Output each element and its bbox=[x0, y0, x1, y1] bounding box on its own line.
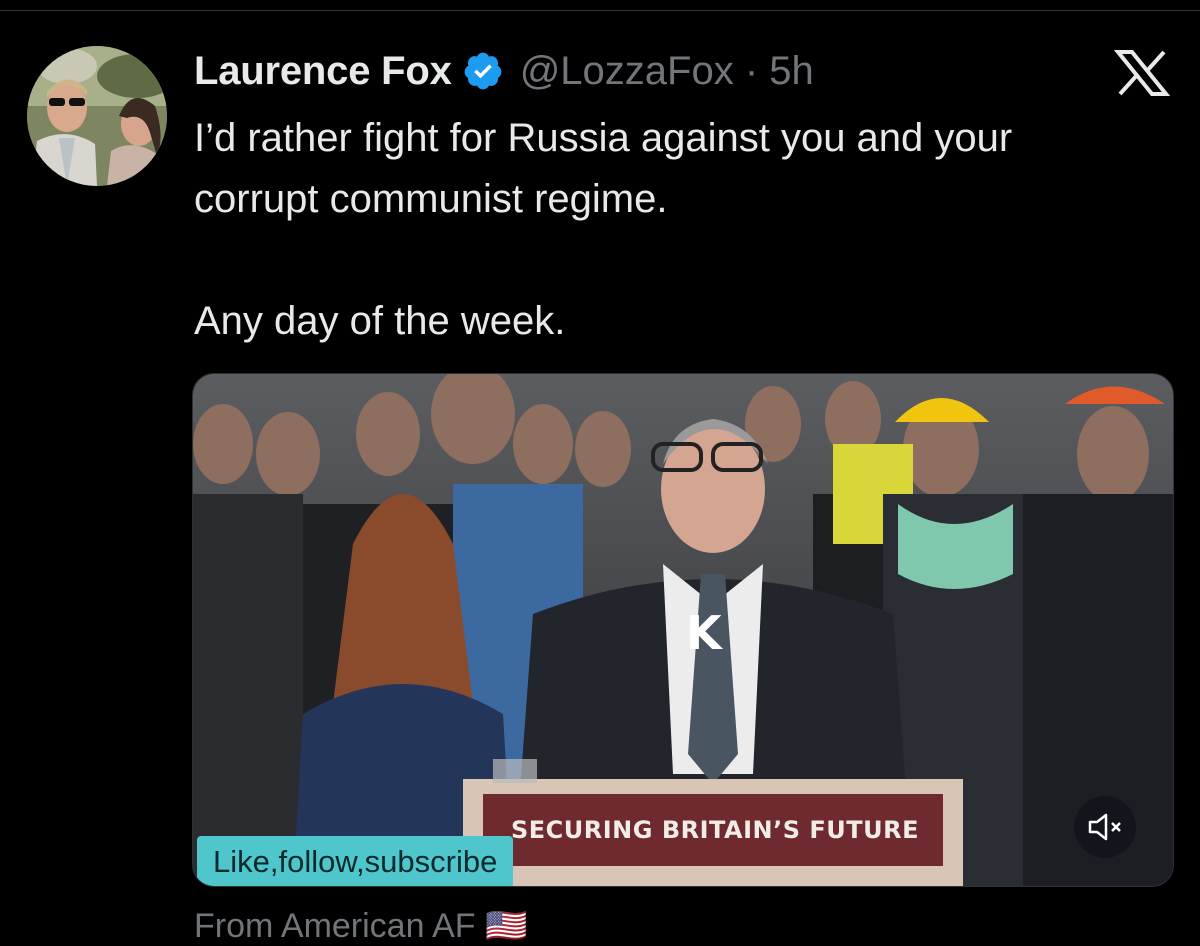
timestamp[interactable]: 5h bbox=[769, 49, 814, 93]
video-caption: Like,follow,subscribe bbox=[197, 836, 514, 886]
tweet-text-line: corrupt communist regime. bbox=[194, 177, 668, 221]
tweet-text-line: I’d rather fight for Russia against you … bbox=[194, 116, 1013, 160]
video-frame: K bbox=[193, 374, 1173, 886]
source-attribution[interactable]: From American AF 🇺🇸 bbox=[194, 906, 527, 946]
volume-mute-icon[interactable] bbox=[1074, 796, 1136, 858]
handle[interactable]: @LozzaFox bbox=[520, 49, 734, 93]
x-logo-icon[interactable] bbox=[1113, 50, 1171, 96]
lectern-sign: SECURING BRITAIN’S FUTURE bbox=[510, 816, 919, 844]
speaker-badge: K bbox=[686, 606, 724, 660]
tweet-text: I’d rather fight for Russia against you … bbox=[194, 108, 1184, 352]
avatar[interactable] bbox=[27, 46, 167, 186]
separator: · bbox=[744, 48, 759, 93]
tweet-text-line: Any day of the week. bbox=[194, 299, 566, 343]
handle-and-time[interactable]: @LozzaFox · 5h bbox=[520, 49, 814, 94]
tweet-header: Laurence Fox @LozzaFox · 5h bbox=[194, 44, 814, 98]
display-name[interactable]: Laurence Fox bbox=[194, 49, 452, 94]
video-player[interactable]: K SECURING BRITAIN’S FUTURE Like,follow,… bbox=[192, 373, 1174, 887]
verified-badge-icon bbox=[462, 50, 504, 92]
divider bbox=[0, 10, 1200, 11]
